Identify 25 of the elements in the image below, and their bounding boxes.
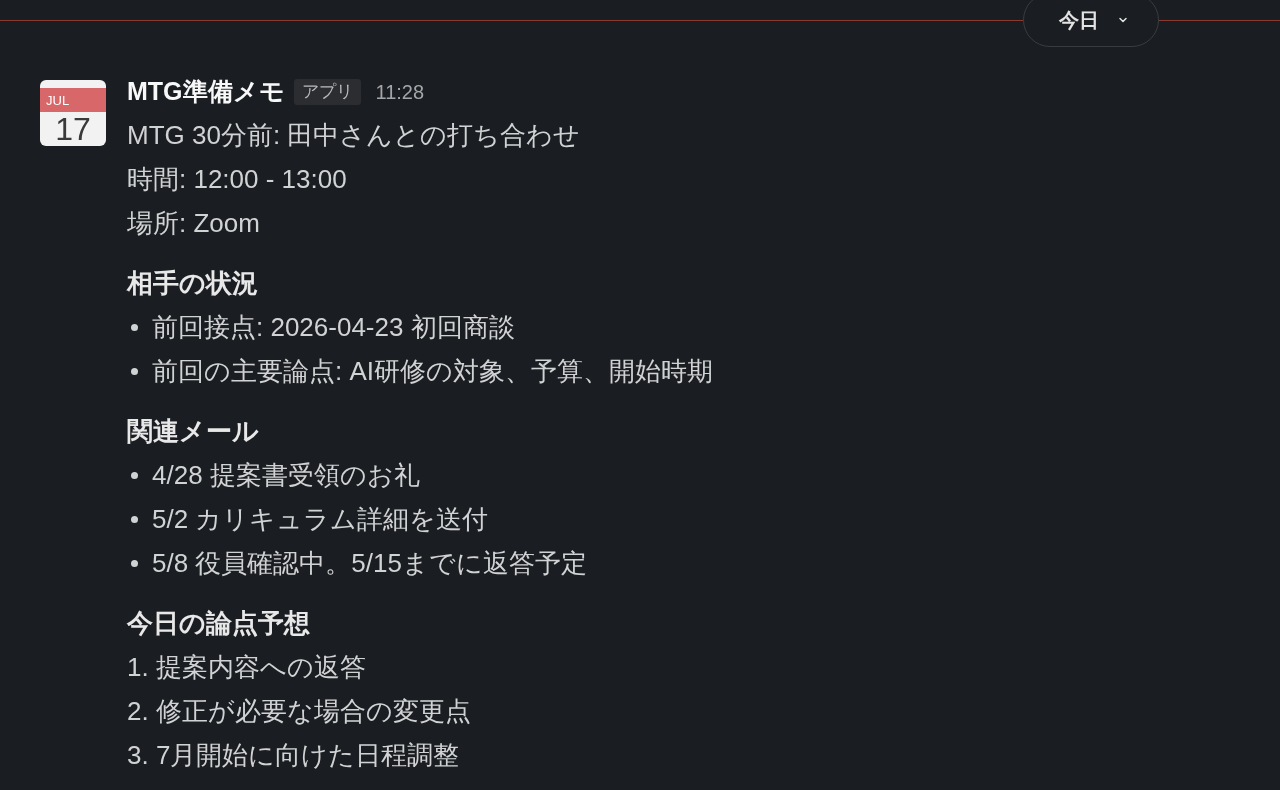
bullet-icon [131, 515, 138, 523]
section-heading: 相手の状況 [127, 267, 259, 300]
list-item-text: 前回の主要論点: AI研修の対象、予算、開始時期 [152, 355, 713, 388]
bullet-icon [131, 323, 138, 331]
bullet-icon [131, 471, 138, 479]
list-item-text: 5/8 役員確認中。5/15までに返答予定 [152, 547, 587, 580]
section-heading: 関連メール [127, 415, 260, 448]
list-item-text: 前回接点: 2026-04-23 初回商談 [152, 311, 515, 344]
list-item-text: 1. 提案内容への返答 [127, 651, 366, 684]
message-line: 時間: 12:00 - 13:00 [127, 163, 348, 196]
avatar-day: 17 [55, 113, 91, 145]
message-time: 11:28 [375, 80, 425, 105]
list-item-text: 4/28 提案書受領のお礼 [152, 459, 420, 492]
app-badge: アプリ [293, 79, 361, 105]
bullet-icon [131, 559, 138, 567]
list-item-text: 2. 修正が必要な場合の変更点 [127, 695, 471, 728]
avatar-month: JUL [46, 93, 70, 107]
message-line: MTG 30分前: 田中さんとの打ち合わせ [127, 119, 582, 152]
list-item-text: 3. 7月開始に向けた日程調整 [127, 739, 460, 772]
date-divider-button[interactable]: 今日 [1023, 0, 1159, 47]
bullet-icon [131, 367, 138, 375]
sender-name[interactable]: MTG準備メモ [127, 73, 285, 111]
message-line: 場所: Zoom [127, 207, 261, 240]
section-heading: 今日の論点予想 [127, 607, 311, 640]
list-item-text: 5/2 カリキュラム詳細を送付 [152, 503, 489, 536]
